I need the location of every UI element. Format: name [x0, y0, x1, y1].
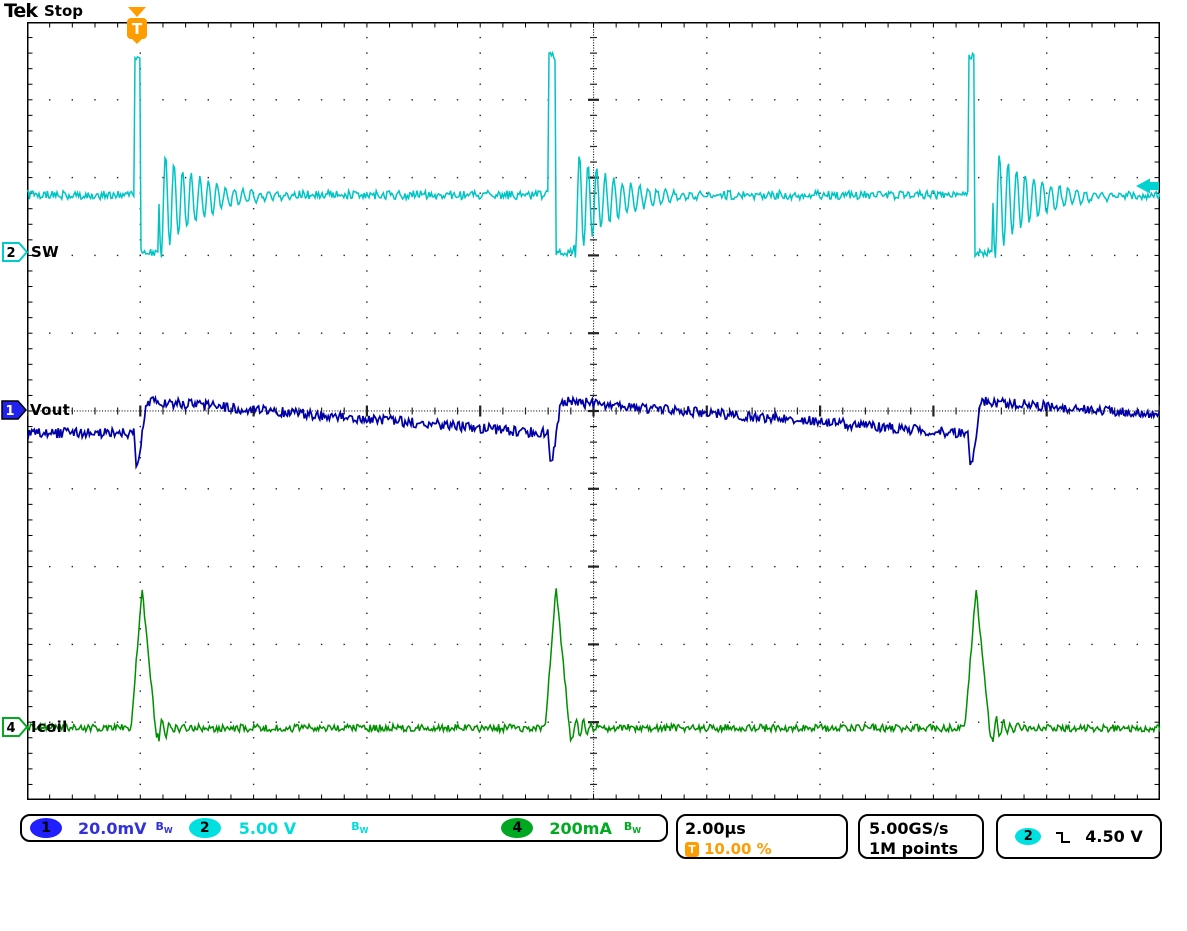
acquisition-status: Stop: [44, 2, 83, 20]
waveform-display: [27, 22, 1160, 800]
ch2-badge-number: 2: [200, 820, 210, 836]
sample-rate-readout: 5.00GS/s: [869, 819, 973, 839]
ch2-marker-icon: 2: [2, 242, 28, 262]
ch1-marker-icon: 1: [1, 400, 27, 420]
ch2-scale-readout: 5.00 V: [239, 819, 296, 838]
trigger-level-arrow-icon[interactable]: [1136, 179, 1159, 194]
ch4-badge[interactable]: 4: [501, 818, 533, 838]
sw-trace: [27, 53, 1160, 258]
trigger-source-number: 2: [1024, 829, 1033, 844]
ch4-bandwidth-icon: BW: [624, 821, 641, 835]
ch4-marker-icon: 4: [2, 717, 28, 737]
ch4-badge-number: 4: [513, 820, 523, 836]
trigger-source-badge[interactable]: 2: [1015, 828, 1041, 845]
trigger-readout-box: 2 4.50 V: [996, 814, 1162, 859]
ch2-bandwidth-icon: BW: [351, 821, 368, 835]
trigger-position-marker[interactable]: T: [126, 7, 148, 44]
falling-edge-icon: [1054, 829, 1072, 845]
timebase-readout: 2.00µs: [685, 819, 839, 838]
ch4-position-marker[interactable]: 4 Icoil: [2, 717, 68, 737]
ch1-badge-number: 1: [41, 820, 51, 836]
tek-logo: Tek: [4, 0, 37, 22]
horizontal-readout-box: 2.00µs T 10.00 %: [676, 814, 848, 859]
ch1-marker-number: 1: [5, 404, 14, 419]
trigger-level-readout: 4.50 V: [1085, 827, 1142, 846]
channel-scale-readout-box: 1 20.0mV BW 2 5.00 V BW 4 200mA BW: [20, 814, 668, 842]
ch1-label: Vout: [30, 401, 70, 419]
ch2-marker-number: 2: [6, 246, 15, 261]
ch2-badge[interactable]: 2: [189, 818, 221, 838]
trigger-position-arrow-icon: [128, 7, 146, 17]
oscilloscope-screen: Tek Stop T 2 SW 1 Vout 4 Icoil 1: [0, 0, 1187, 931]
trigger-t-badge-notch: [132, 39, 142, 44]
record-length-readout: 1M points: [869, 839, 973, 859]
ch4-scale-readout: 200mA: [549, 819, 611, 838]
ch2-label: SW: [31, 243, 59, 261]
acquisition-readout-box: 5.00GS/s 1M points: [858, 814, 984, 859]
ch2-position-marker[interactable]: 2 SW: [2, 242, 59, 262]
graticule-area: [27, 22, 1160, 800]
ch4-marker-number: 4: [6, 721, 15, 736]
ch1-bandwidth-icon: BW: [156, 821, 173, 835]
ch1-position-marker[interactable]: 1 Vout: [1, 400, 70, 420]
ch4-label: Icoil: [31, 718, 68, 736]
ch1-badge[interactable]: 1: [30, 818, 62, 838]
ch1-scale-readout: 20.0mV: [78, 819, 147, 838]
trigger-position-readout: 10.00 %: [704, 840, 772, 858]
trigger-position-t-icon: T: [685, 842, 699, 857]
trigger-t-badge: T: [127, 18, 147, 39]
